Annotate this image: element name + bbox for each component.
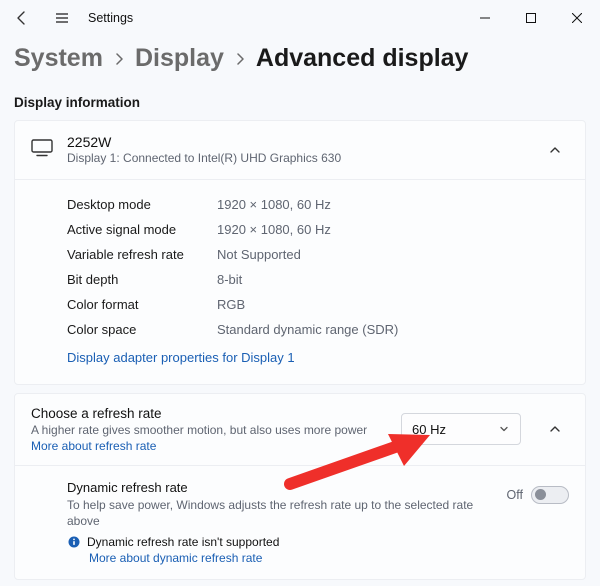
refresh-rate-subtitle: A higher rate gives smoother motion, but… [31, 423, 389, 437]
dynamic-refresh-title: Dynamic refresh rate [67, 480, 495, 495]
window-title: Settings [88, 11, 133, 25]
display-information-card: 2252W Display 1: Connected to Intel(R) U… [14, 120, 586, 385]
prop-label: Bit depth [67, 272, 217, 287]
dynamic-refresh-note: Dynamic refresh rate isn't supported [87, 535, 279, 549]
breadcrumb-display[interactable]: Display [135, 44, 224, 73]
prop-label: Desktop mode [67, 197, 217, 212]
prop-row-desktop-mode: Desktop mode 1920 × 1080, 60 Hz [67, 192, 569, 217]
dynamic-refresh-rate-row: Dynamic refresh rate To help save power,… [15, 465, 585, 579]
window-maximize-button[interactable] [508, 0, 554, 36]
chevron-right-icon [111, 51, 127, 67]
prop-label: Variable refresh rate [67, 247, 217, 262]
display-adapter-properties-link[interactable]: Display adapter properties for Display 1 [67, 350, 295, 365]
prop-row-color-format: Color format RGB [67, 292, 569, 317]
dynamic-refresh-toggle-label: Off [507, 488, 523, 502]
prop-label: Active signal mode [67, 222, 217, 237]
breadcrumb: System Display Advanced display [0, 36, 600, 85]
prop-row-bit-depth: Bit depth 8-bit [67, 267, 569, 292]
prop-label: Color format [67, 297, 217, 312]
refresh-rate-more-link[interactable]: More about refresh rate [31, 439, 389, 453]
display-subtitle: Display 1: Connected to Intel(R) UHD Gra… [67, 151, 527, 167]
section-title-display-information: Display information [14, 85, 586, 120]
prop-value: Not Supported [217, 247, 301, 262]
dynamic-refresh-more-link[interactable]: More about dynamic refresh rate [89, 551, 495, 565]
prop-row-active-signal-mode: Active signal mode 1920 × 1080, 60 Hz [67, 217, 569, 242]
collapse-display-info-button[interactable] [541, 136, 569, 164]
chevron-right-icon [232, 51, 248, 67]
refresh-rate-selected-value: 60 Hz [412, 422, 446, 437]
titlebar: Settings [0, 0, 600, 36]
prop-row-color-space: Color space Standard dynamic range (SDR) [67, 317, 569, 342]
display-header-row[interactable]: 2252W Display 1: Connected to Intel(R) U… [15, 121, 585, 180]
info-icon [67, 535, 81, 549]
monitor-icon [31, 139, 53, 157]
collapse-refresh-rate-button[interactable] [541, 415, 569, 443]
refresh-rate-card: Choose a refresh rate A higher rate give… [14, 393, 586, 580]
breadcrumb-system[interactable]: System [14, 44, 103, 73]
prop-row-variable-refresh: Variable refresh rate Not Supported [67, 242, 569, 267]
prop-value: 1920 × 1080, 60 Hz [217, 197, 331, 212]
nav-menu-button[interactable] [44, 0, 80, 36]
prop-value: 8-bit [217, 272, 242, 287]
chevron-down-icon [498, 423, 510, 435]
refresh-rate-title: Choose a refresh rate [31, 406, 389, 421]
back-button[interactable] [4, 0, 40, 36]
window-minimize-button[interactable] [462, 0, 508, 36]
prop-value: RGB [217, 297, 245, 312]
display-properties: Desktop mode 1920 × 1080, 60 Hz Active s… [15, 180, 585, 384]
breadcrumb-advanced-display: Advanced display [256, 44, 469, 73]
prop-label: Color space [67, 322, 217, 337]
refresh-rate-select[interactable]: 60 Hz [401, 413, 521, 445]
dynamic-refresh-toggle[interactable] [531, 486, 569, 504]
dynamic-refresh-subtitle: To help save power, Windows adjusts the … [67, 497, 495, 529]
window-close-button[interactable] [554, 0, 600, 36]
display-name: 2252W [67, 133, 527, 151]
prop-value: Standard dynamic range (SDR) [217, 322, 398, 337]
prop-value: 1920 × 1080, 60 Hz [217, 222, 331, 237]
